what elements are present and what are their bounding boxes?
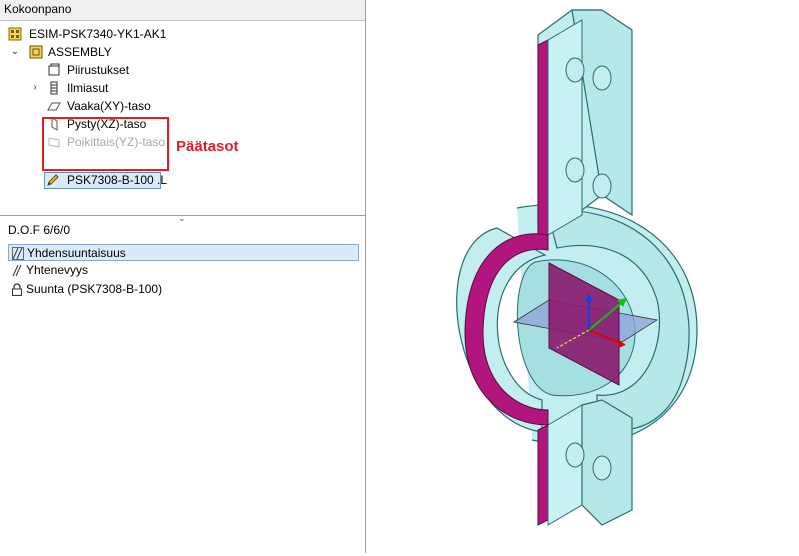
- tree-part-label: PSK7308-B-100 .L: [67, 173, 168, 187]
- tree-root-label: ESIM-PSK7340-YK1-AK1: [29, 27, 167, 41]
- chevron-down-icon[interactable]: ⌄: [10, 47, 20, 57]
- clamp-model: [456, 9, 698, 526]
- chevron-down-icon[interactable]: ⌄: [178, 213, 186, 224]
- upper-lug-front: [547, 19, 583, 236]
- drawings-icon: [48, 63, 60, 76]
- constraint-item-coincident[interactable]: Yhtenevyys: [8, 262, 359, 279]
- planes-highlight-box: [42, 117, 169, 171]
- panel-title: Kokoonpano: [0, 0, 365, 21]
- upper-section-face: [537, 39, 549, 241]
- plane-xy-icon: [47, 102, 61, 111]
- bolt-hole: [592, 173, 612, 199]
- constraint-item-parallel[interactable]: Yhdensuuntaisuus: [8, 244, 359, 261]
- dof-label: D.O.F: [8, 223, 40, 237]
- lower-section-face: [537, 424, 549, 526]
- dof-readout: D.O.F 6/6/0: [8, 222, 70, 238]
- pencil-icon: [47, 174, 59, 186]
- views-icon: [50, 81, 58, 95]
- assembly-icon: [29, 45, 43, 59]
- bolt-hole: [565, 442, 585, 468]
- bolt-hole: [565, 157, 585, 183]
- constraint-label: Yhtenevyys: [26, 263, 89, 277]
- planes-annotation: Päätasot: [176, 138, 239, 155]
- parallel-icon: [12, 247, 24, 260]
- chevron-right-icon[interactable]: ›: [30, 83, 40, 93]
- plane-xy-label: Vaaka(XY)-taso: [67, 99, 151, 113]
- tree-drawings-label: Piirustukset: [67, 63, 130, 77]
- coincident-icon: [12, 264, 22, 277]
- assembly-tree: ESIM-PSK7340-YK1-AK1 ⌄ ASSEMBLY Piirustu…: [0, 21, 365, 214]
- constraint-label: Yhdensuuntaisuus: [27, 246, 126, 260]
- bolt-hole: [592, 455, 612, 481]
- dof-value: 6/6/0: [43, 223, 71, 237]
- constraint-label: Suunta (PSK7308-B-100): [26, 282, 163, 296]
- assembly-file-icon: [8, 27, 22, 41]
- 3d-viewport[interactable]: [367, 0, 799, 553]
- tree-assembly-label: ASSEMBLY: [48, 45, 112, 59]
- bolt-hole: [592, 65, 612, 91]
- assembly-panel: Kokoonpano ESIM-PSK7340-YK1-AK1 ⌄ ASSEMB…: [0, 0, 366, 553]
- constraint-item-orientation[interactable]: Suunta (PSK7308-B-100): [8, 281, 359, 298]
- tree-views-label: Ilmiasut: [67, 81, 109, 95]
- bolt-hole: [565, 57, 585, 83]
- lock-icon: [12, 283, 22, 296]
